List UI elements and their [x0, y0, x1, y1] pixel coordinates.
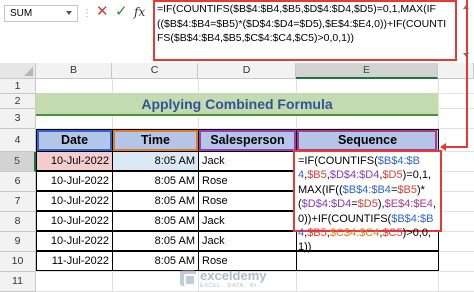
formula-token: $D$4:$D4 [329, 169, 380, 182]
insert-function-icon[interactable]: fx [134, 4, 145, 20]
select-all-icon[interactable] [24, 67, 33, 76]
callout-arrow-head-icon [440, 143, 446, 151]
cell-edit-formula[interactable]: =IF(COUNTIFS($B$4:$B4,$B5,$D$4:$D4,$D5)=… [293, 150, 442, 253]
cell-time[interactable]: 8:05 AM [112, 191, 199, 211]
formula-token: $C5 [382, 227, 403, 240]
cell-time[interactable]: 8:05 AM [112, 211, 199, 231]
row-header-3[interactable]: 3 [0, 109, 36, 129]
enter-icon[interactable]: ✓ [115, 3, 128, 21]
cell-date[interactable]: 10-Jul-2022 [36, 211, 113, 231]
row-header-9[interactable]: 9 [0, 232, 36, 252]
row-header-5[interactable]: 5 [0, 152, 36, 172]
cell-date[interactable]: 10-Jul-2022 [36, 231, 113, 251]
formula-bar: SUM ⋮ ✕ ✓ fx =IF(COUNTIFS($B$4:$B4,$B5,$… [0, 0, 474, 63]
cell-salesperson[interactable]: Rose [198, 191, 297, 211]
column-header-blank[interactable] [438, 63, 474, 79]
callout-arrow-line [466, 0, 468, 148]
watermark-tagline: EXCEL · DATA · BI [200, 283, 257, 289]
name-box-dropdown-icon[interactable] [66, 11, 72, 15]
column-header-e[interactable]: E [296, 63, 438, 79]
worksheet-grid[interactable]: ABCDE 1234567891011 Applying Combined Fo… [0, 63, 474, 292]
row-header-6[interactable]: 6 [0, 172, 36, 192]
formula-token: $D$4:$D4 [301, 198, 352, 211]
cell-date[interactable]: 10-Jul-2022 [36, 151, 113, 171]
cell-date[interactable]: 10-Jul-2022 [36, 191, 113, 211]
cell-time[interactable]: 8:05 AM [112, 171, 199, 191]
formula-token: ), [377, 198, 385, 211]
formula-highlight-box [153, 0, 457, 61]
cell-salesperson[interactable]: Rose [198, 171, 297, 191]
formula-token: $B5 [307, 227, 327, 240]
formula-token: $D5 [357, 198, 378, 211]
cell-sequence[interactable] [296, 251, 439, 271]
formula-token: =IF(COUNTIFS( [298, 155, 378, 167]
reference-outline-c4 [113, 130, 198, 151]
reference-outline-b4 [37, 130, 112, 151]
formula-token: $E$4:$E4 [384, 198, 433, 211]
cancel-icon[interactable]: ✕ [96, 3, 109, 21]
row-header-7[interactable]: 7 [0, 192, 36, 212]
formula-token: $C$4:$C4 [329, 227, 380, 240]
watermark: exceldemy EXCEL · DATA · BI [180, 267, 300, 291]
row-header-4[interactable]: 4 [0, 129, 36, 152]
cell-date[interactable]: 11-Jul-2022 [36, 251, 113, 271]
formula-bar-separator-icon: ⋮ [82, 8, 92, 19]
sheet-title: Applying Combined Formula [36, 93, 438, 116]
watermark-name: exceldemy [200, 268, 267, 283]
row-header-11[interactable]: 11 [0, 272, 36, 292]
reference-outline-e4 [297, 130, 437, 151]
formula-token: $B$4:$B4 [342, 183, 391, 196]
column-header-d[interactable]: D [198, 63, 296, 79]
row-header-8[interactable]: 8 [0, 212, 36, 232]
row-header-1[interactable]: 1 [0, 79, 36, 94]
cell-date[interactable]: 10-Jul-2022 [36, 171, 113, 191]
row-header-10[interactable]: 10 [0, 252, 36, 272]
reference-outline-d4 [199, 130, 296, 151]
cell-salesperson[interactable]: Jack [198, 211, 297, 231]
exceldemy-logo-icon [180, 270, 196, 286]
formula-token: $D5 [382, 169, 403, 182]
callout-arrow-link [444, 146, 468, 148]
cell-salesperson[interactable]: Jack [198, 231, 297, 251]
column-header-c[interactable]: C [112, 63, 198, 79]
select-all-corner[interactable] [0, 63, 36, 79]
row-header-2[interactable]: 2 [0, 94, 36, 109]
formula-token: $B5 [307, 169, 327, 182]
cell-time[interactable]: 8:05 AM [112, 231, 199, 251]
cell-salesperson[interactable]: Jack [198, 151, 297, 171]
cell-time[interactable]: 8:05 AM [112, 151, 199, 171]
formula-token: $B5 [397, 183, 417, 196]
column-header-b[interactable]: B [36, 63, 112, 79]
